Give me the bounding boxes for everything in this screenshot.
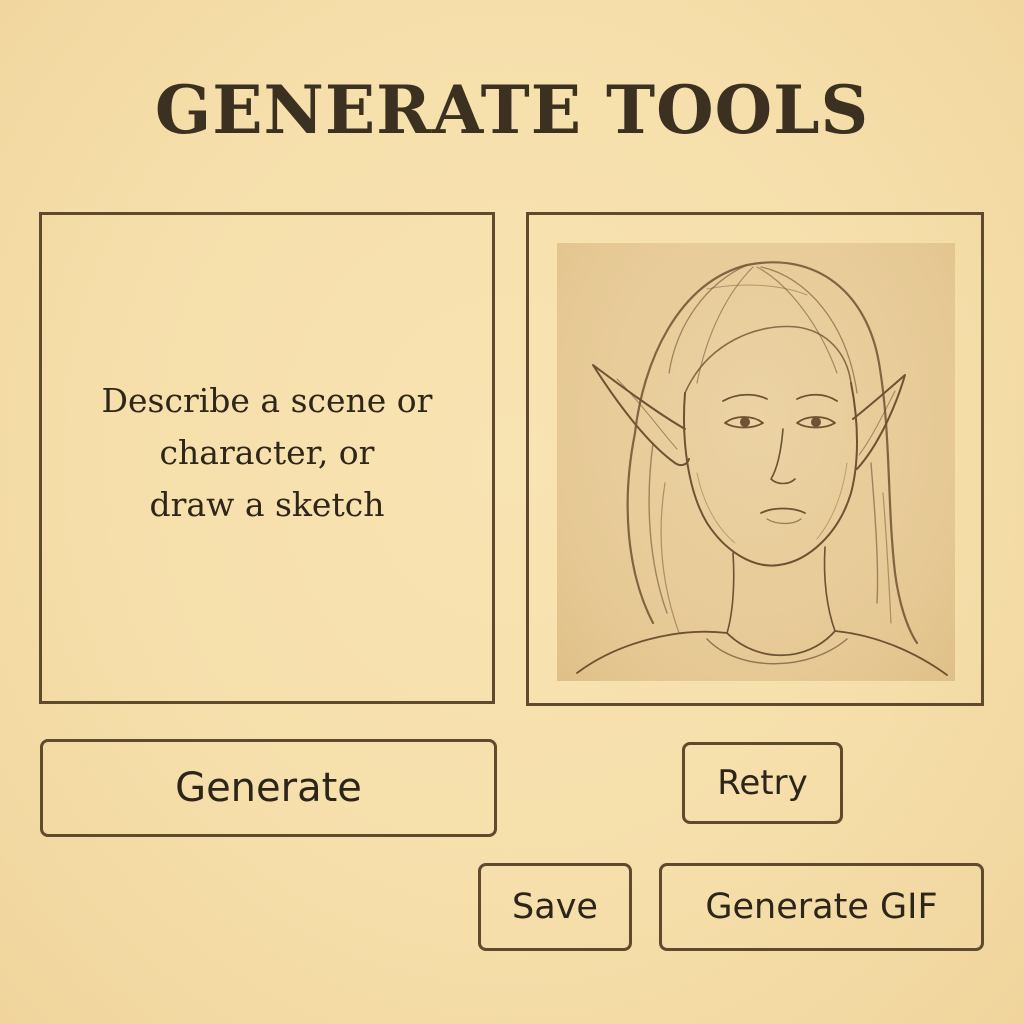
retry-button[interactable]: Retry [682,742,843,824]
page-title: GENERATE TOOLS [154,71,870,149]
generated-image [557,243,955,681]
generate-button[interactable]: Generate [40,739,497,837]
generated-image-panel [526,212,984,706]
placeholder-line: draw a sketch [149,485,385,524]
generate-gif-button[interactable]: Generate GIF [659,863,984,951]
save-button[interactable]: Save [478,863,632,951]
elf-portrait-sketch [576,261,948,676]
prompt-input-area[interactable]: Describe a scene or character, or draw a… [39,212,495,704]
prompt-placeholder: Describe a scene or character, or draw a… [87,375,447,531]
placeholder-line: character, or [159,433,375,472]
placeholder-line: Describe a scene or [101,381,433,420]
